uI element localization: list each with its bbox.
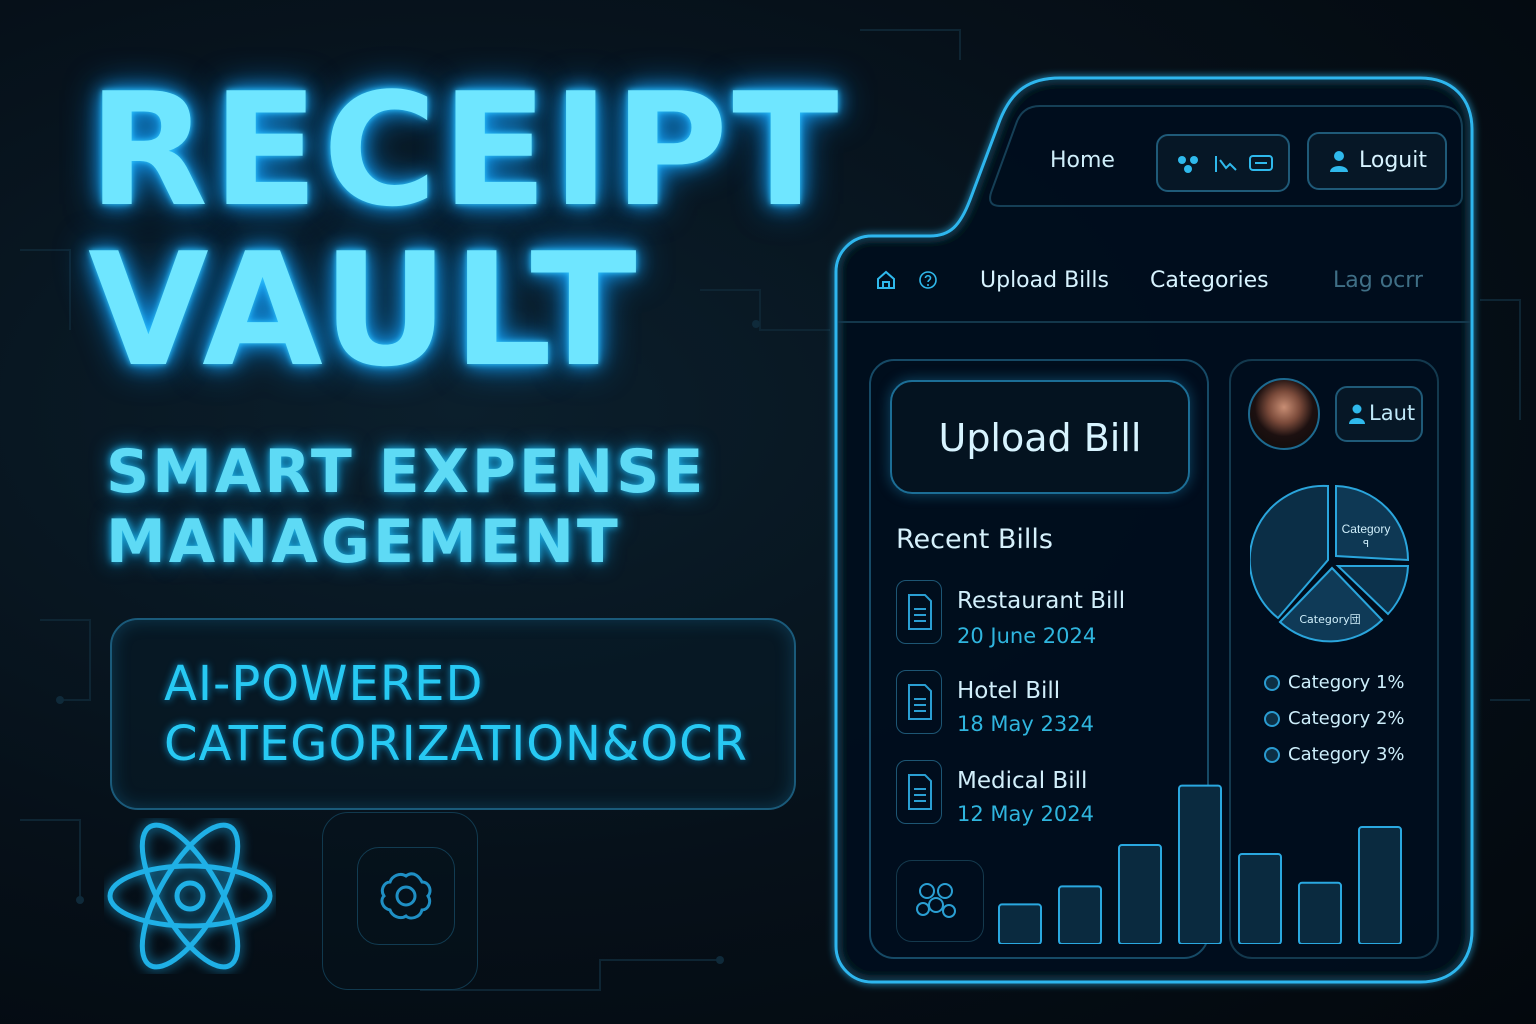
logout-button[interactable]: Loguit bbox=[1307, 132, 1447, 190]
bar-5 bbox=[1238, 853, 1282, 944]
hero-title-line1: RECEIPT bbox=[88, 59, 843, 241]
legend-label: Category 1% bbox=[1288, 672, 1405, 693]
user-button-label: Laut bbox=[1369, 401, 1416, 425]
hero-title-line2: VAULT bbox=[88, 219, 641, 401]
user-icon bbox=[1330, 151, 1348, 172]
toolbar-icon-group bbox=[1156, 134, 1290, 192]
avatar[interactable] bbox=[1248, 378, 1320, 450]
settings-tile[interactable] bbox=[322, 812, 478, 990]
legend-dot bbox=[1264, 711, 1280, 727]
bar-7 bbox=[1358, 826, 1402, 944]
bill-date: 18 May 2324 bbox=[957, 712, 1094, 736]
legend-item: Category 2% bbox=[1264, 708, 1405, 729]
legend-label: Category 2% bbox=[1288, 708, 1405, 729]
hero-subtitle-line2: MANAGEMENT bbox=[106, 507, 621, 577]
tab-categories[interactable]: Categories bbox=[1150, 268, 1269, 293]
legend-label: Category 3% bbox=[1288, 744, 1405, 765]
feature-line2: CATEGORIZATION&OCR bbox=[164, 716, 748, 772]
legend-dot bbox=[1264, 747, 1280, 763]
document-icon bbox=[896, 670, 942, 734]
bill-title: Restaurant Bill bbox=[957, 588, 1126, 614]
upload-bill-label: Upload Bill bbox=[938, 416, 1142, 460]
help-icon[interactable] bbox=[918, 270, 938, 290]
trend-chart-icon[interactable] bbox=[1215, 156, 1237, 172]
nodes-icon[interactable] bbox=[1178, 156, 1198, 173]
card-icon[interactable] bbox=[1249, 155, 1273, 171]
network-tile[interactable] bbox=[896, 860, 984, 942]
feature-card: AI-POWERED CATEGORIZATION&OCR bbox=[110, 618, 796, 810]
settings-tile-inner bbox=[357, 847, 455, 945]
user-icon bbox=[1349, 404, 1365, 424]
nav-home[interactable]: Home bbox=[1050, 148, 1115, 173]
pie-chart: Category ꟼ Category団 bbox=[1250, 484, 1410, 643]
user-button[interactable]: Laut bbox=[1335, 386, 1423, 442]
bill-date: 20 June 2024 bbox=[957, 624, 1097, 648]
legend-item: Category 1% bbox=[1264, 672, 1405, 693]
gear-icon bbox=[380, 872, 432, 920]
document-icon bbox=[896, 760, 942, 824]
bar-4 bbox=[1178, 784, 1222, 944]
bar-3 bbox=[1118, 844, 1162, 944]
hero-subtitle-line1: SMART EXPENSE bbox=[106, 437, 707, 507]
legend-dot bbox=[1264, 675, 1280, 691]
react-logo-icon bbox=[107, 822, 273, 970]
bar-6 bbox=[1298, 881, 1342, 944]
upload-bill-button[interactable]: Upload Bill bbox=[890, 380, 1190, 494]
home-icon[interactable] bbox=[874, 268, 898, 292]
bar-chart bbox=[998, 784, 1402, 944]
logout-label: Loguit bbox=[1359, 148, 1427, 173]
bar-2 bbox=[1058, 885, 1102, 944]
bar-1 bbox=[998, 903, 1042, 944]
tab-log-ocr[interactable]: Lag ocrr bbox=[1333, 268, 1423, 293]
feature-line1: AI-POWERED bbox=[164, 656, 484, 712]
tab-upload-bills[interactable]: Upload Bills bbox=[980, 268, 1109, 293]
document-icon bbox=[896, 580, 942, 644]
network-icon bbox=[916, 883, 956, 918]
recent-bills-heading: Recent Bills bbox=[896, 524, 1053, 555]
pie-label-top: Category bbox=[1342, 522, 1391, 536]
pie-label-bottom: Category団 bbox=[1299, 613, 1360, 626]
bill-title: Hotel Bill bbox=[957, 678, 1061, 704]
pie-label-top-sub: ꟼ bbox=[1363, 539, 1369, 550]
legend-item: Category 3% bbox=[1264, 744, 1405, 765]
